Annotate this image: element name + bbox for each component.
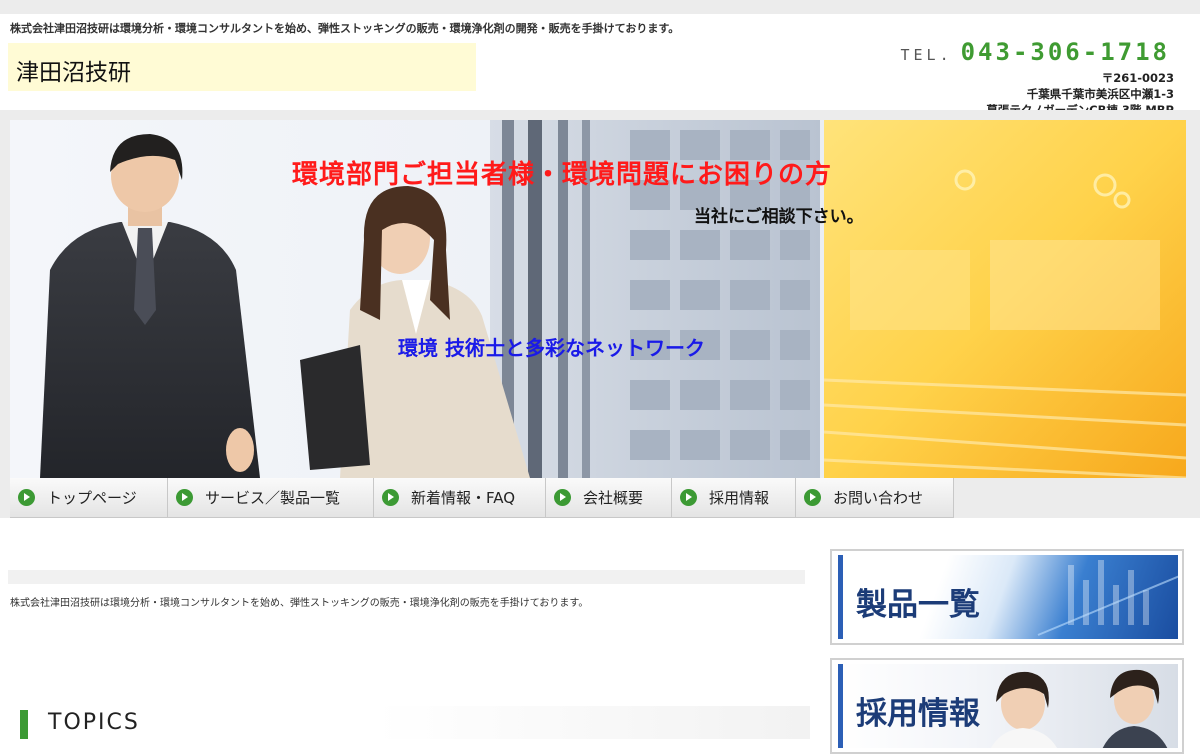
nav-item-label: 新着情報・FAQ bbox=[411, 489, 516, 507]
address-postal: 〒261-0023 bbox=[1101, 71, 1174, 85]
nav-item-contact[interactable]: お問い合わせ bbox=[796, 478, 954, 518]
heading-accent-bar bbox=[20, 710, 28, 739]
topics-heading: TOPICS bbox=[20, 706, 810, 739]
recruit-banner-label: 採用情報 bbox=[856, 696, 980, 732]
phone-number: TEL. 043-306-1718 bbox=[900, 38, 1170, 66]
nav-item-recruit[interactable]: 採用情報 bbox=[672, 478, 796, 518]
top-strip bbox=[0, 0, 1200, 14]
arrow-circle-icon bbox=[382, 489, 399, 506]
nav-item-label: サービス／製品一覧 bbox=[205, 489, 341, 507]
arrow-circle-icon bbox=[176, 489, 193, 506]
recruit-banner-inner: 採用情報 bbox=[838, 664, 1178, 748]
nav-item-services[interactable]: サービス／製品一覧 bbox=[168, 478, 374, 518]
hero-subline: 当社にご相談下さい。 bbox=[694, 207, 864, 227]
nav-item-company[interactable]: 会社概要 bbox=[546, 478, 672, 518]
products-banner[interactable]: 製品一覧 bbox=[830, 549, 1184, 645]
section-divider bbox=[8, 570, 805, 584]
arrow-circle-icon bbox=[554, 489, 571, 506]
nav-item-news-faq[interactable]: 新着情報・FAQ bbox=[374, 478, 546, 518]
address-line-1: 千葉県千葉市美浜区中瀬1-3 bbox=[1026, 87, 1174, 101]
nav-item-label: 採用情報 bbox=[709, 489, 770, 507]
golden-panel-graphic bbox=[823, 120, 1186, 478]
arrow-circle-icon bbox=[18, 489, 35, 506]
nav-item-label: お問い合わせ bbox=[833, 489, 924, 507]
nav-item-top[interactable]: トップページ bbox=[10, 478, 168, 518]
site-logo[interactable]: 津田沼技研 bbox=[8, 43, 476, 91]
products-banner-inner: 製品一覧 bbox=[838, 555, 1178, 639]
company-description: 株式会社津田沼技研は環境分析・環境コンサルタントを始め、弾性ストッキングの販売・… bbox=[10, 598, 589, 609]
recruit-banner[interactable]: 採用情報 bbox=[830, 658, 1184, 754]
hero-caption: 環境 技術士と多彩なネットワーク bbox=[398, 336, 705, 360]
arrow-circle-icon bbox=[804, 489, 821, 506]
nav-item-label: 会社概要 bbox=[583, 489, 644, 507]
tel-prefix: TEL. bbox=[900, 46, 953, 64]
site-tagline: 株式会社津田沼技研は環境分析・環境コンサルタントを始め、弾性ストッキングの販売・… bbox=[10, 22, 680, 35]
arrow-circle-icon bbox=[680, 489, 697, 506]
tel-number: 043-306-1718 bbox=[960, 38, 1170, 66]
nav-item-label: トップページ bbox=[47, 489, 137, 507]
main-nav: トップページ サービス／製品一覧 新着情報・FAQ 会社概要 採用情報 お問い合… bbox=[10, 478, 954, 518]
logo-text: 津田沼技研 bbox=[16, 60, 131, 86]
hero-banner: 環境部門ご担当者様・環境問題にお困りの方 当社にご相談下さい。 環境 技術士と多… bbox=[10, 120, 1186, 478]
topics-heading-text: TOPICS bbox=[48, 710, 140, 735]
hero-headline: 環境部門ご担当者様・環境問題にお困りの方 bbox=[292, 160, 833, 190]
products-banner-label: 製品一覧 bbox=[856, 587, 980, 623]
